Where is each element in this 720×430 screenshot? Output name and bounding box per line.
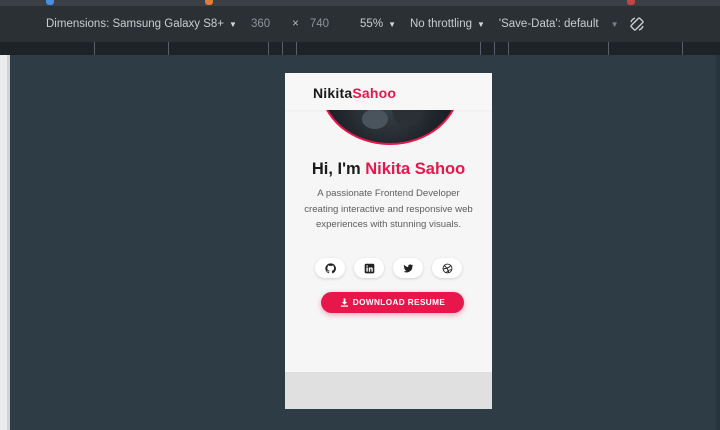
caret-down-icon: ▼ <box>229 19 237 29</box>
hero-heading: Hi, I'm Nikita Sahoo <box>285 160 492 179</box>
throttling-value: No throttling <box>409 18 472 30</box>
twitter-icon <box>403 263 413 272</box>
github-button[interactable] <box>315 258 345 278</box>
hero-description: A passionate Frontend Developer creating… <box>304 188 473 230</box>
brand-last-name: Sahoo <box>352 85 397 101</box>
linkedin-button[interactable] <box>354 258 384 278</box>
ruler-tick <box>168 42 169 55</box>
save-data-dropdown[interactable]: 'Save-Data': default ▼ <box>499 18 619 30</box>
caret-down-icon: ▼ <box>610 19 619 29</box>
gutter-edge <box>7 55 10 430</box>
greeting-name: Nikita Sahoo <box>365 160 466 178</box>
twitter-button[interactable] <box>393 258 423 278</box>
device-dimensions-dropdown[interactable]: Dimensions: Samsung Galaxy S8+ ▼ <box>46 18 237 30</box>
caret-down-icon: ▼ <box>388 19 396 29</box>
brand-first-name: Nikita <box>313 85 353 101</box>
download-resume-button[interactable]: DOWNLOAD RESUME <box>321 292 464 313</box>
ruler-tick <box>682 42 683 55</box>
download-label: DOWNLOAD RESUME <box>352 298 446 307</box>
ruler-tick <box>480 42 481 55</box>
ruler-tick <box>296 42 297 55</box>
save-data-value: 'Save-Data': default <box>498 18 599 30</box>
right-edge <box>716 55 720 430</box>
dribbble-icon <box>442 263 452 273</box>
dimensions-label: Dimensions: Samsung Galaxy S8+ <box>46 18 225 30</box>
dribbble-button[interactable] <box>432 258 462 278</box>
height-input[interactable]: 740 <box>310 18 329 30</box>
tab-indicator <box>627 0 635 5</box>
left-gutter <box>0 55 10 430</box>
throttling-dropdown[interactable]: No throttling ▼ <box>410 18 485 30</box>
width-input[interactable]: 360 <box>251 18 270 30</box>
caret-down-icon: ▼ <box>477 19 485 29</box>
device-viewport: NikitaSahoo Hi, I'm Nikita Sahoo A passi… <box>285 73 492 409</box>
ruler-tick <box>494 42 495 55</box>
site-navbar: NikitaSahoo <box>285 73 492 110</box>
zoom-dropdown[interactable]: 55% ▼ <box>360 18 396 30</box>
tab-indicator <box>46 0 54 5</box>
page-footer-area <box>285 372 492 409</box>
ruler-tick <box>608 42 609 55</box>
github-icon <box>324 262 336 273</box>
ruler-tick <box>508 42 509 55</box>
social-links <box>285 258 492 278</box>
ruler-tick <box>268 42 269 55</box>
media-query-ruler <box>0 42 720 55</box>
zoom-value: 55% <box>360 18 384 30</box>
download-icon <box>340 298 348 307</box>
ruler-tick <box>282 42 283 55</box>
greeting-prefix: Hi, I'm <box>311 160 366 178</box>
ruler-tick <box>94 42 95 55</box>
brand-logo[interactable]: NikitaSahoo <box>313 85 396 101</box>
tab-indicator <box>205 0 213 5</box>
device-toolbar: Dimensions: Samsung Galaxy S8+ ▼ 360 × 7… <box>0 6 720 42</box>
times-sign: × <box>292 18 299 30</box>
linkedin-icon <box>364 263 374 273</box>
rotate-icon[interactable] <box>629 16 645 32</box>
avatar-photo-detail <box>362 109 388 129</box>
